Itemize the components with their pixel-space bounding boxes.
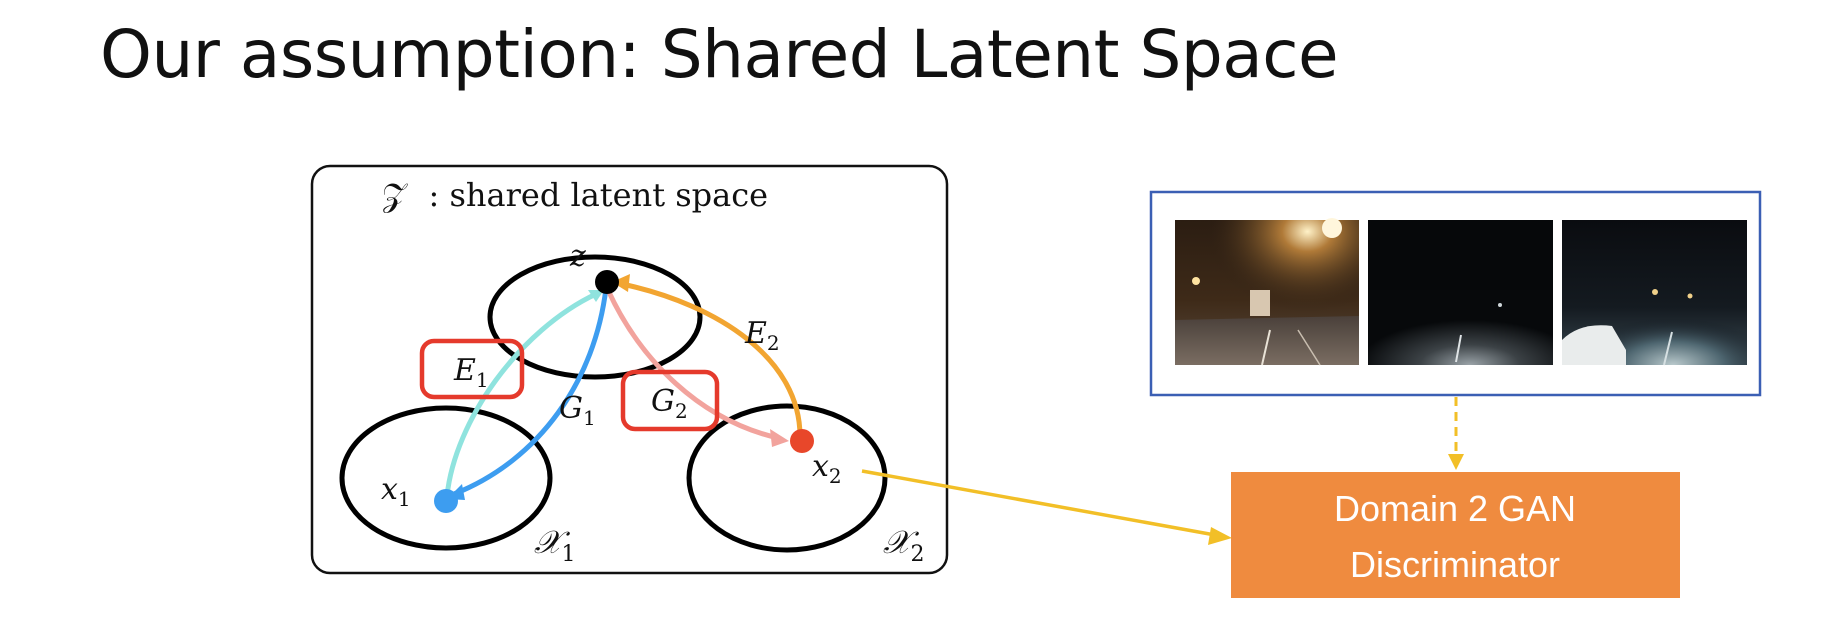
latent-space-text: : shared latent space — [429, 176, 769, 214]
night-road-photo-3 — [1562, 220, 1747, 366]
latent-space-label: 𝒵 : shared latent space — [382, 176, 768, 214]
discriminator-line2: Discriminator — [1350, 544, 1560, 585]
x2-to-discriminator-arrowhead — [1208, 527, 1232, 545]
panel-to-discriminator-arrowhead — [1448, 454, 1464, 470]
diagram-frame — [310, 164, 949, 575]
x2-point — [790, 429, 814, 453]
night-road-photo-1 — [1175, 218, 1359, 366]
diagram-canvas: 𝒵 : shared latent space z x1 x2 𝒳1 𝒳2 E1… — [310, 164, 1762, 598]
z-point — [595, 270, 619, 294]
latent-space-symbol: 𝒵 — [382, 176, 408, 214]
discriminator-box: Domain 2 GAN Discriminator — [1231, 472, 1680, 598]
photo-panel — [1149, 190, 1762, 397]
x1-point — [434, 489, 458, 513]
latent-diagram: 𝒵 : shared latent space z x1 x2 𝒳1 𝒳2 E1… — [310, 164, 949, 575]
night-road-photo-2 — [1368, 220, 1553, 365]
discriminator-line1: Domain 2 GAN — [1334, 488, 1576, 529]
z-label: z — [569, 239, 586, 274]
